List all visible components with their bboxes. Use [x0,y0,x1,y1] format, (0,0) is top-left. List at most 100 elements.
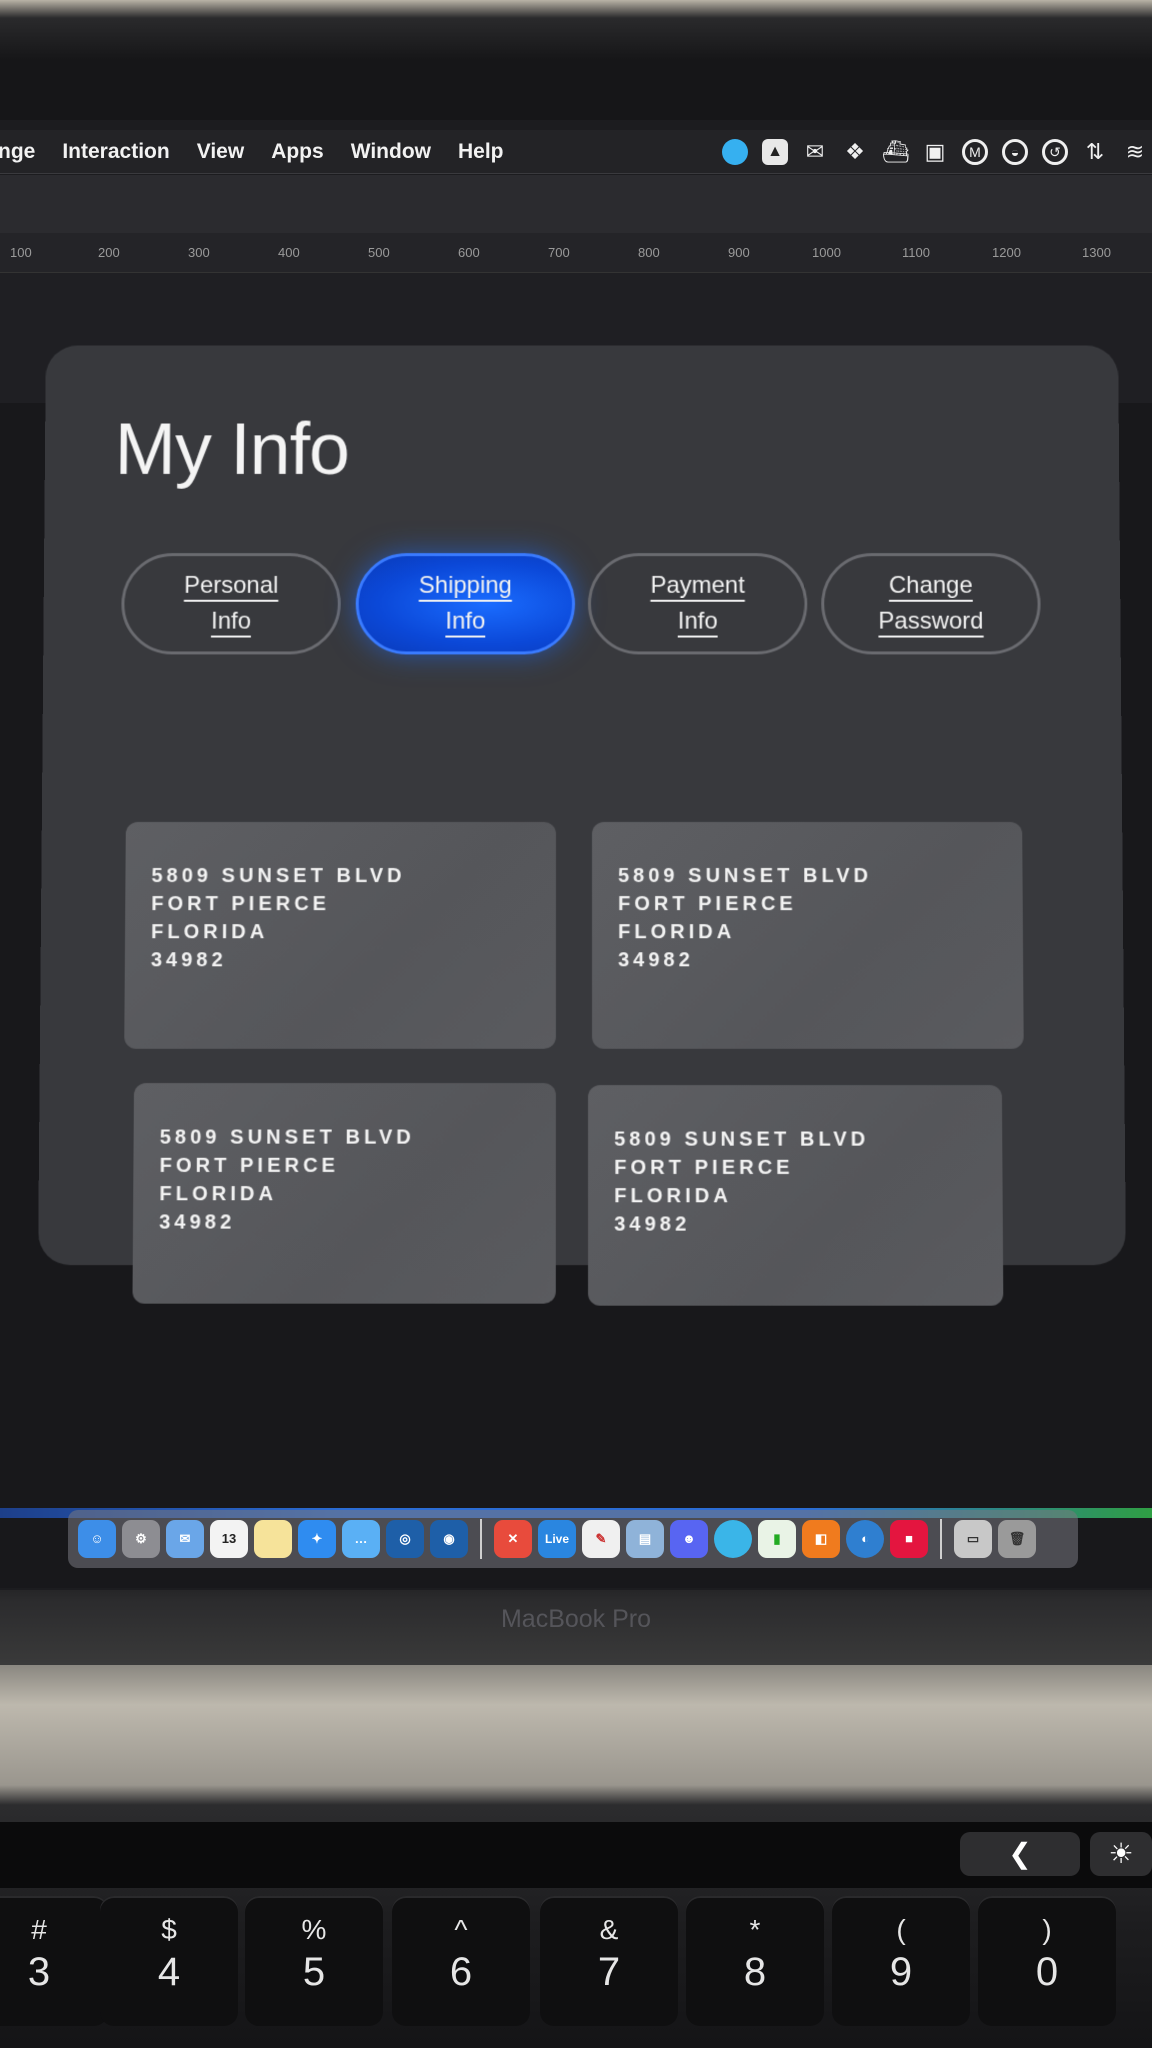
tab-change-password[interactable]: Change Password [821,553,1041,655]
tab-payment-info[interactable]: Payment Info [587,553,808,655]
time-machine-icon[interactable]: ↺ [1042,139,1068,165]
discord-icon[interactable]: ☻ [670,1520,708,1558]
address-state: FLORIDA [618,921,736,944]
menu-item-apps[interactable]: Apps [271,140,324,164]
key-number: 8 [743,1950,767,1994]
address-zip: 34982 [159,1211,236,1234]
drive-icon[interactable]: ▲ [762,139,788,165]
menu-item-change[interactable]: nge [0,140,35,164]
dot-icon[interactable] [722,139,748,165]
app-store-icon[interactable]: ◎ [386,1520,424,1558]
address-list: 5809 SUNSET BLVD FORT PIERCE FLORIDA 349… [122,821,1051,1387]
system-preferences-icon[interactable]: ⚙ [122,1520,160,1558]
key-6[interactable]: ^ 6 [392,1896,530,2026]
preview-icon[interactable]: ▤ [626,1520,664,1558]
key-9[interactable]: ( 9 [832,1896,970,2026]
key-symbol: # [31,1914,47,1945]
page-title: My Info [114,407,350,490]
address-street: 5809 SUNSET BLVD [614,1128,870,1151]
key-number: 4 [157,1950,181,1994]
red-app-icon[interactable]: ■ [890,1520,928,1558]
sketch-icon[interactable]: ✎ [582,1520,620,1558]
ruler-tick: 1000 [812,245,841,260]
wifi-icon[interactable]: ≋ [1122,139,1148,165]
key-8[interactable]: * 8 [686,1896,824,2026]
malwarebytes-icon[interactable]: M [962,139,988,165]
menu-item-help[interactable]: Help [458,140,504,164]
key-symbol: & [599,1914,619,1945]
finder-icon[interactable]: ☺ [78,1520,116,1558]
messages-icon[interactable]: … [342,1520,380,1558]
ruler-tick: 200 [98,245,120,260]
key-symbol: ) [1042,1914,1052,1945]
network-icon[interactable]: ◉ [430,1520,468,1558]
tab-label: Change Password [878,571,984,635]
model-label: MacBook Pro [500,1605,652,1633]
menu-item-window[interactable]: Window [351,140,431,164]
tab-shipping-info[interactable]: Shipping Info [355,553,576,655]
tab-personal-info[interactable]: Personal Info [121,553,341,655]
menu-item-interaction[interactable]: Interaction [62,140,169,164]
key-number: 7 [597,1950,621,1994]
key-symbol: ( [896,1914,906,1945]
address-street: 5809 SUNSET BLVD [618,865,873,888]
key-7[interactable]: & 7 [540,1896,678,2026]
calendar-icon[interactable]: ▣ [922,139,948,165]
key-0[interactable]: ) 0 [978,1896,1116,2026]
key-5[interactable]: % 5 [245,1896,383,2026]
mail-icon[interactable]: ✉ [166,1520,204,1558]
address-card[interactable]: 5809 SUNSET BLVD FORT PIERCE FLORIDA 349… [124,821,556,1049]
key-4[interactable]: $ 4 [100,1896,238,2026]
key-symbol: % [301,1914,327,1945]
ruler-tick: 600 [458,245,480,260]
address-street: 5809 SUNSET BLVD [151,865,406,888]
vpn-icon[interactable]: ◒ [1002,139,1028,165]
downloads-icon[interactable]: ▭ [954,1520,992,1558]
address-city: FORT PIERCE [151,893,331,916]
key-3[interactable]: # 3 [0,1896,108,2026]
address-card[interactable]: 5809 SUNSET BLVD FORT PIERCE FLORIDA 349… [588,1085,1004,1306]
address-card[interactable]: 5809 SUNSET BLVD FORT PIERCE FLORIDA 349… [592,821,1024,1049]
docker-icon[interactable]: ⛴ [882,139,910,165]
address-state: FLORIDA [151,921,269,944]
calendar-icon[interactable]: 13 [210,1520,248,1558]
tweetbot-icon[interactable] [714,1520,752,1558]
safari-icon[interactable]: ✦ [298,1520,336,1558]
my-info-panel: My Info Personal Info Shipping Info Paym… [38,345,1126,1306]
tab-label: Payment Info [650,571,745,635]
key-number: 6 [449,1950,473,1994]
key-number: 3 [27,1950,51,1994]
dock: ☺ ⚙ ✉ 13 ✦ … ◎ ◉ ✕ Live ✎ ▤ ☻ ▮ ◧ ◐ ■ ▭ … [68,1510,1078,1568]
notification-icon[interactable]: ✉ [802,139,828,165]
xd-icon[interactable]: ✕ [494,1520,532,1558]
info-tabs: Personal Info Shipping Info Payment Info… [121,553,1041,656]
address-city: FORT PIERCE [159,1154,340,1177]
menu-bar: nge Interaction View Apps Window Help ▲ … [0,130,1152,174]
dock-separator [480,1519,482,1559]
notes-icon[interactable] [254,1520,292,1558]
horizontal-ruler: 100 200 300 400 500 600 700 800 900 1000… [0,233,1152,273]
address-card[interactable]: 5809 SUNSET BLVD FORT PIERCE FLORIDA 349… [132,1083,556,1304]
ruler-tick: 100 [10,245,32,260]
ruler-tick: 400 [278,245,300,260]
menu-item-view[interactable]: View [197,140,244,164]
app-toolbar [0,175,1152,233]
address-zip: 34982 [618,949,694,972]
ruler-tick: 700 [548,245,570,260]
chevron-left-icon: ❮ [1008,1838,1032,1869]
trash-icon[interactable]: 🗑 [998,1520,1036,1558]
dropbox-icon[interactable]: ❖ [842,139,868,165]
ruler-tick: 1300 [1082,245,1111,260]
arrows-icon[interactable]: ⇅ [1082,139,1108,165]
key-symbol: * [749,1914,761,1945]
numbers-icon[interactable]: ▮ [758,1520,796,1558]
ruler-tick: 800 [638,245,660,260]
address-city: FORT PIERCE [618,893,797,916]
edge-icon[interactable]: ◐ [846,1520,884,1558]
touchbar-back-control[interactable]: ❮ [960,1832,1080,1876]
touchbar-brightness-control[interactable]: ☀ [1090,1832,1152,1876]
keynote-icon[interactable]: ◧ [802,1520,840,1558]
address-zip: 34982 [614,1213,691,1236]
address-zip: 34982 [150,949,227,972]
live-icon[interactable]: Live [538,1520,576,1558]
